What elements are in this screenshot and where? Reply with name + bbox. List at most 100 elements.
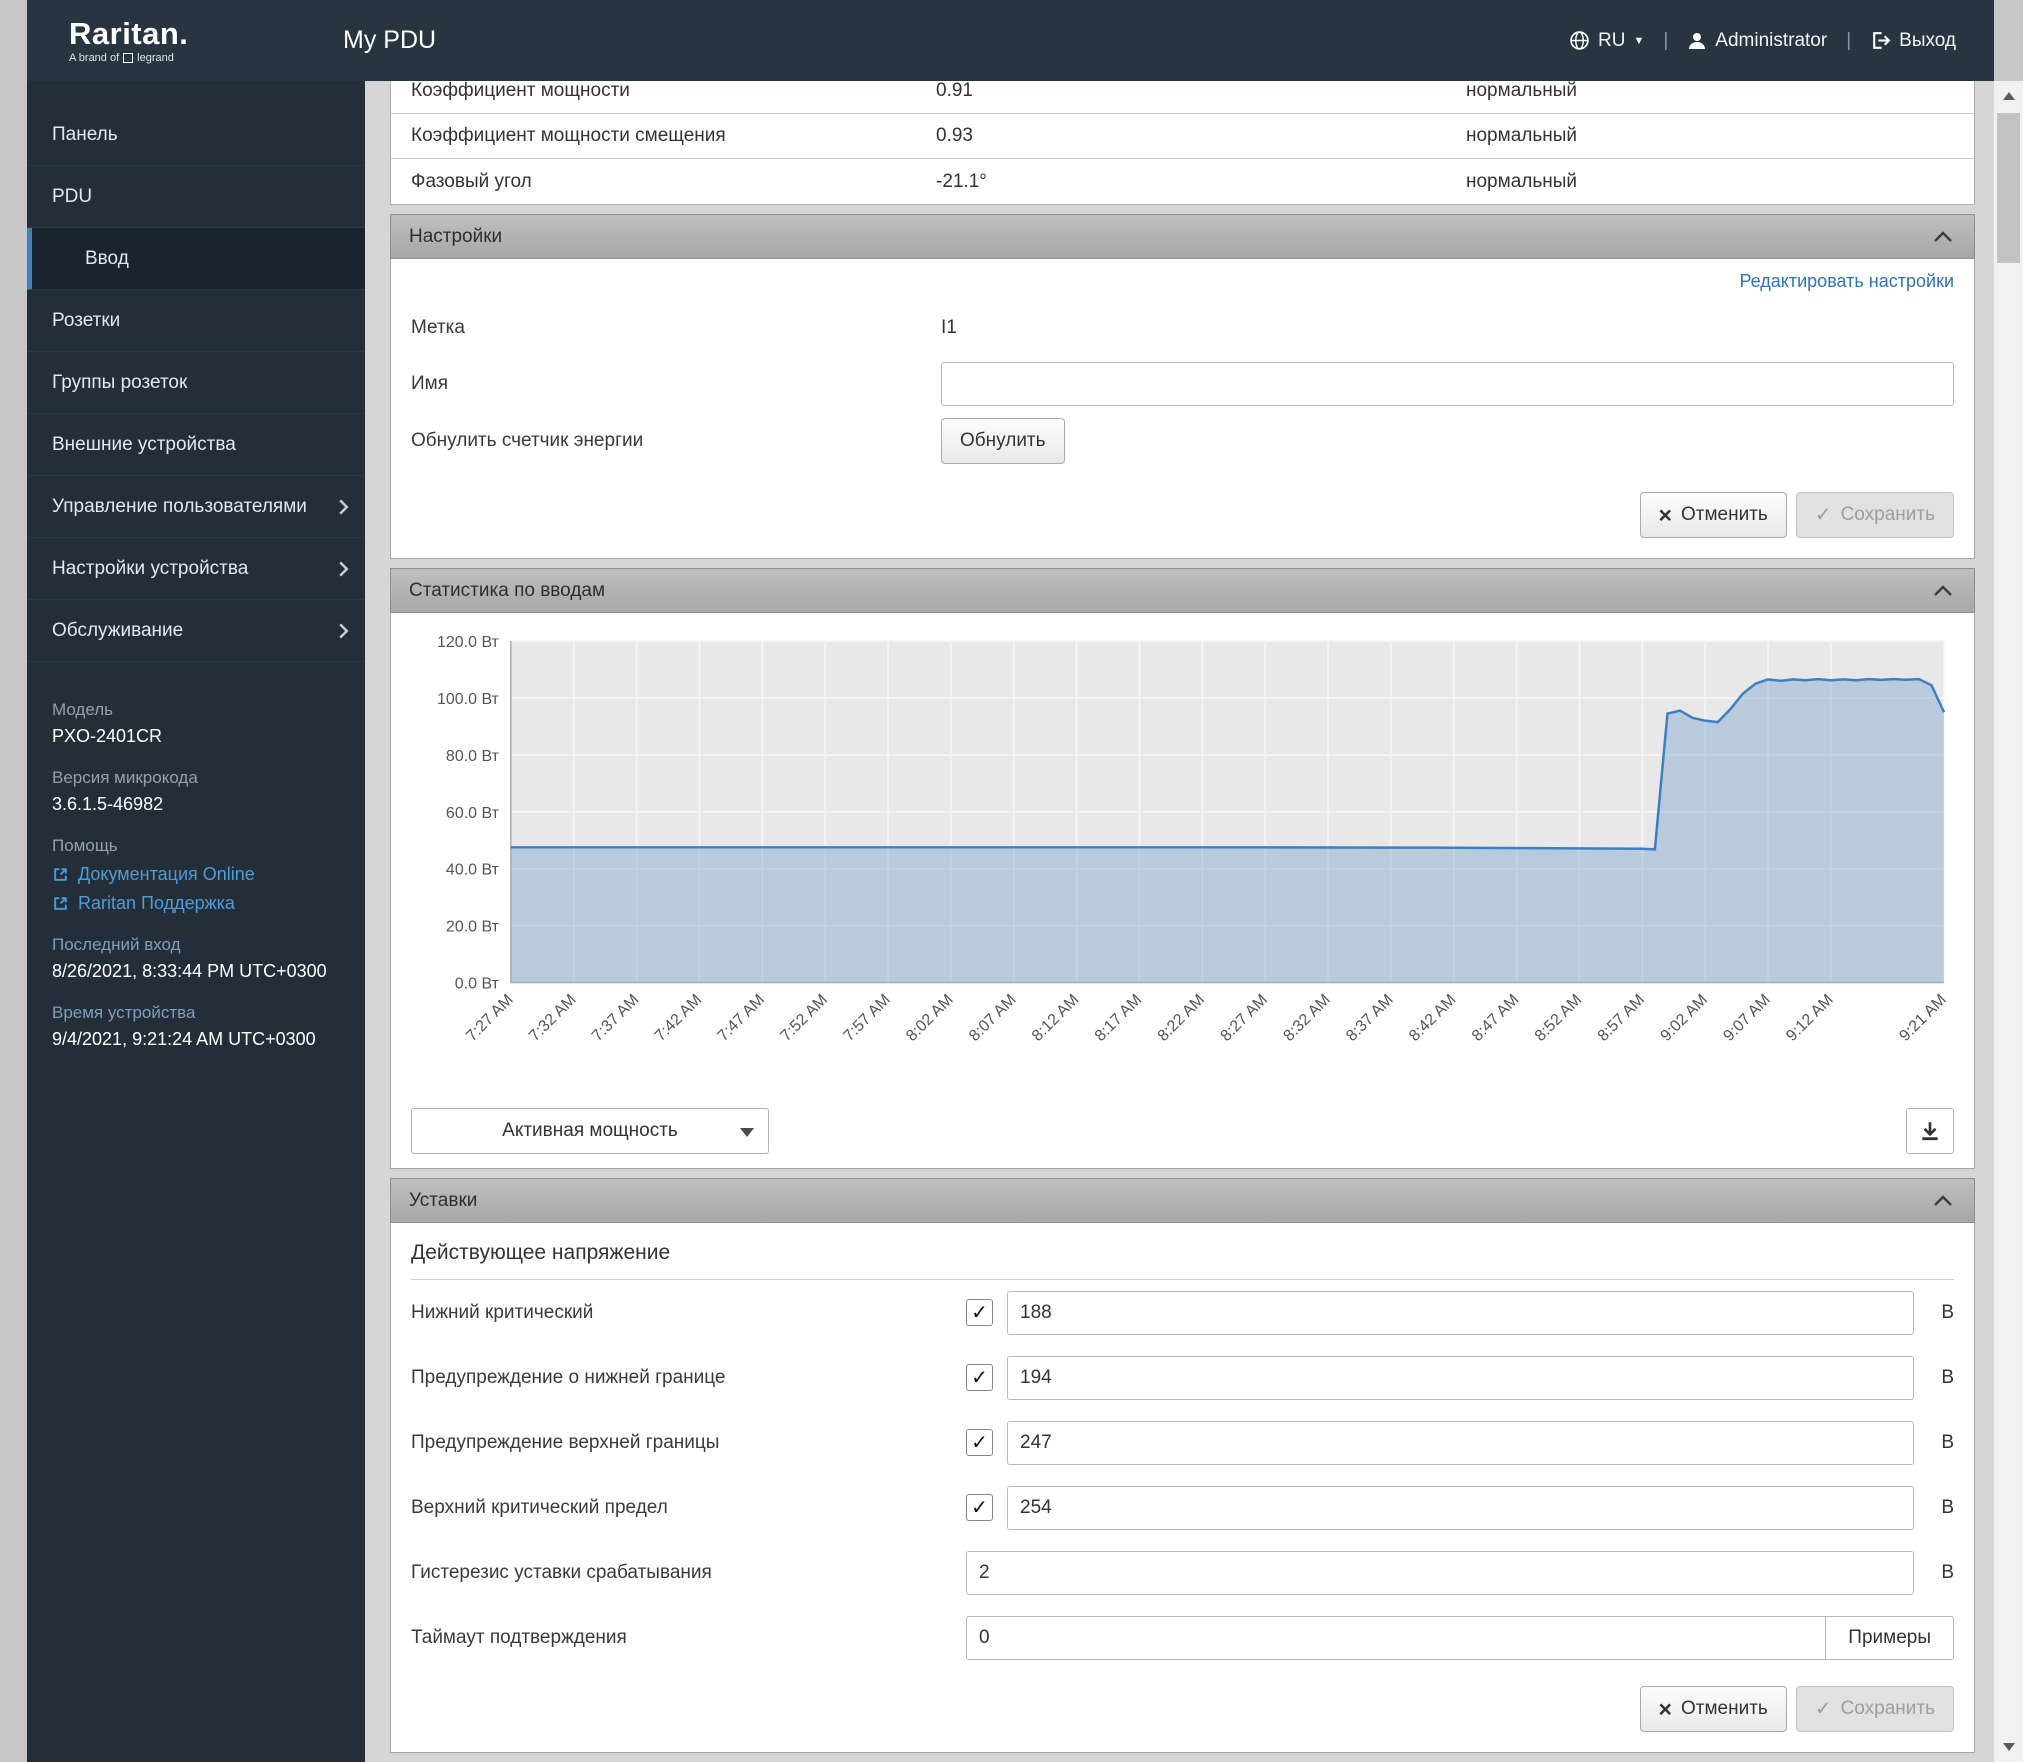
cancel-button[interactable]: × Отменить (1639, 1686, 1787, 1733)
collapse-button[interactable] (1928, 1188, 1958, 1214)
lang-caret-icon: ▼ (1633, 34, 1645, 47)
thresholds-header: Уставки (390, 1178, 1975, 1224)
chevron-right-icon (338, 560, 349, 578)
unit-label: В (1941, 1366, 1954, 1388)
logout-label: Выход (1899, 29, 1956, 51)
sidebar-item-device-settings[interactable]: Настройки устройства (27, 538, 365, 600)
reset-energy-button[interactable]: Обнулить (941, 418, 1065, 464)
examples-button[interactable]: Примеры (1825, 1615, 1954, 1660)
upper-critical-input[interactable] (1007, 1485, 1914, 1530)
globe-icon (1570, 31, 1589, 50)
dropdown-caret-icon (740, 1128, 754, 1138)
upper-warning-checkbox[interactable]: ✓ (966, 1429, 993, 1457)
svg-text:8:52 AM: 8:52 AM (1532, 991, 1585, 1044)
sidebar-item-peripherals[interactable]: Внешние устройства (27, 414, 365, 476)
sensor-status: нормальный (1466, 81, 1578, 101)
hysteresis-input[interactable] (966, 1550, 1914, 1595)
cancel-icon: × (1658, 501, 1672, 528)
arrow-down-icon (2002, 1743, 2015, 1751)
svg-text:7:32 AM: 7:32 AM (526, 991, 579, 1044)
sidebar-item-dashboard[interactable]: Панель (27, 104, 365, 166)
svg-text:7:57 AM: 7:57 AM (840, 991, 893, 1044)
last-login-value: 8/26/2021, 8:33:44 PM UTC+0300 (52, 961, 327, 981)
device-time-label: Время устройства (52, 1003, 196, 1022)
chevron-right-icon (338, 498, 349, 516)
svg-text:40.0 Вт: 40.0 Вт (446, 862, 500, 879)
sensor-value: 0.91 (936, 81, 973, 101)
header-separator: | (1846, 29, 1852, 51)
name-field-label: Имя (411, 373, 449, 394)
svg-text:60.0 Вт: 60.0 Вт (446, 805, 500, 822)
cancel-button[interactable]: × Отменить (1639, 492, 1787, 538)
svg-text:7:37 AM: 7:37 AM (589, 991, 642, 1044)
chevron-up-icon (1934, 584, 1952, 596)
cancel-icon: × (1658, 1695, 1672, 1722)
language-selector[interactable]: RU ▼ (1569, 30, 1644, 52)
sidebar-item-pdu[interactable]: PDU (27, 166, 365, 228)
user-menu[interactable]: Administrator (1687, 30, 1827, 52)
inlet-stats-header: Статистика по вводам (390, 568, 1975, 613)
logout-button[interactable]: Выход (1870, 30, 1956, 52)
svg-text:20.0 Вт: 20.0 Вт (446, 919, 500, 936)
threshold-row: Предупреждение верхней границы ✓ В (411, 1410, 1954, 1475)
external-link-icon (54, 897, 67, 910)
scrollbar-thumb[interactable] (1997, 113, 2020, 263)
chevron-right-icon (338, 622, 349, 640)
model-value: PXO-2401CR (52, 726, 163, 746)
scroll-down-button[interactable] (1994, 1732, 2023, 1762)
arrow-up-icon (2002, 92, 2015, 100)
thresholds-title: Уставки (409, 1189, 478, 1211)
edit-settings-link[interactable]: Редактировать настройки (1739, 271, 1954, 291)
download-chart-button[interactable] (1906, 1108, 1954, 1155)
save-icon: ✓ (1814, 1698, 1832, 1721)
sidebar-item-user-management[interactable]: Управление пользователями (27, 476, 365, 538)
save-button[interactable]: ✓ Сохранить (1795, 492, 1954, 538)
settings-panel-body: Редактировать настройки Метка I1 Имя Обн… (390, 259, 1975, 559)
lower-warning-checkbox[interactable]: ✓ (966, 1364, 993, 1392)
save-icon: ✓ (1814, 504, 1832, 526)
vertical-scrollbar[interactable] (1994, 81, 2023, 1762)
collapse-button[interactable] (1928, 578, 1958, 604)
sidebar-item-outlets[interactable]: Розетки (27, 290, 365, 352)
raritan-support-link[interactable]: Raritan Поддержка (52, 893, 340, 914)
app-header: Raritan. A brand of legrand My PDU RU ▼ … (27, 0, 1994, 81)
upper-warning-input[interactable] (1007, 1420, 1914, 1465)
online-docs-link[interactable]: Документация Online (52, 864, 340, 885)
assertion-timeout-input[interactable] (966, 1615, 1827, 1660)
scroll-up-button[interactable] (1994, 81, 2023, 111)
svg-text:8:02 AM: 8:02 AM (903, 991, 956, 1044)
header-separator: | (1663, 29, 1669, 51)
check-icon: ✓ (971, 1497, 988, 1520)
save-button[interactable]: ✓ Сохранить (1795, 1686, 1954, 1733)
header-actions: RU ▼ | Administrator | Выход (1569, 30, 1994, 52)
svg-text:9:12 AM: 9:12 AM (1783, 991, 1836, 1044)
name-input[interactable] (941, 362, 1954, 406)
language-label: RU (1598, 29, 1626, 51)
svg-text:120.0 Вт: 120.0 Вт (437, 634, 500, 651)
sensor-value: 0.93 (936, 125, 973, 146)
unit-label: В (1941, 1431, 1954, 1453)
upper-critical-checkbox[interactable]: ✓ (966, 1494, 993, 1522)
page-title: My PDU (343, 26, 437, 54)
collapse-button[interactable] (1928, 224, 1958, 250)
label-field-value: I1 (941, 317, 957, 338)
stats-chart: 7:27 AM 7:32 AM 7:37 AM 7:42 AM 7:47 AM 7:52 … (437, 634, 1950, 1045)
sensor-table: Коэффициент мощности 0.91 нормальный Коэ… (390, 81, 1975, 205)
sidebar-item-maintenance[interactable]: Обслуживание (27, 600, 365, 662)
metric-dropdown[interactable]: Активная мощность (411, 1108, 769, 1155)
sidebar-item-inlet[interactable]: Ввод (27, 228, 365, 290)
label-field-label: Метка (411, 317, 465, 338)
lower-critical-checkbox[interactable]: ✓ (966, 1299, 993, 1327)
lower-critical-input[interactable] (1007, 1290, 1914, 1335)
threshold-row: Нижний критический ✓ В (411, 1280, 1954, 1345)
threshold-row: Верхний критический предел ✓ В (411, 1475, 1954, 1540)
sidebar-item-outlet-groups[interactable]: Группы розеток (27, 352, 365, 414)
last-login-label: Последний вход (52, 935, 181, 954)
svg-text:100.0 Вт: 100.0 Вт (437, 691, 500, 708)
lower-warning-input[interactable] (1007, 1355, 1914, 1400)
sidebar: Панель PDU Ввод Розетки Группы розеток В… (27, 81, 365, 1762)
firmware-label: Версия микрокода (52, 768, 198, 787)
device-time-value: 9/4/2021, 9:21:24 AM UTC+0300 (52, 1029, 316, 1049)
thresholds-body: Действующее напряжение Нижний критически… (390, 1223, 1975, 1754)
sidebar-nav: Панель PDU Ввод Розетки Группы розеток В… (27, 81, 365, 662)
